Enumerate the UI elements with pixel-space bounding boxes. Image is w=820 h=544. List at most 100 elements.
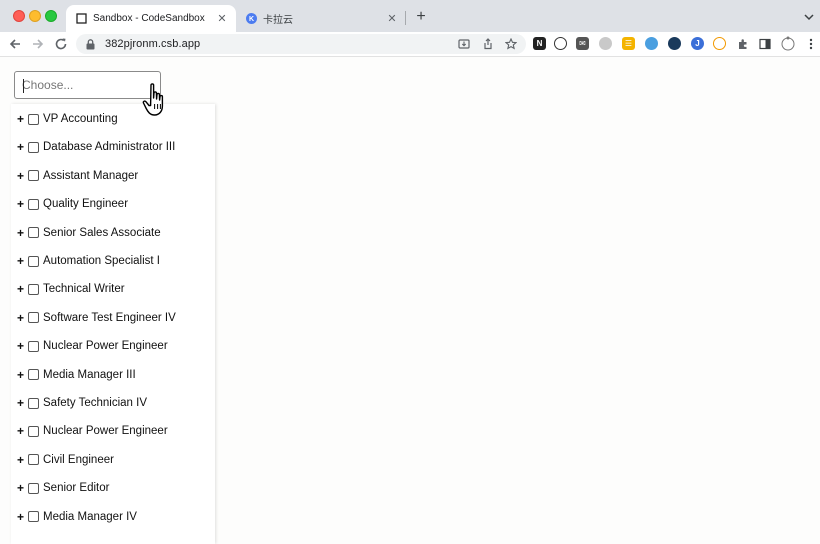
back-arrow-icon[interactable] — [7, 36, 23, 52]
option-checkbox[interactable] — [28, 113, 39, 125]
option-checkbox[interactable] — [28, 482, 39, 494]
tab-kalayun[interactable]: K 卡拉云 ✕ — [238, 5, 406, 32]
option-label: Nuclear Power Engineer — [43, 340, 168, 353]
maximize-window-button[interactable] — [45, 10, 57, 22]
option-label: Senior Editor — [43, 482, 110, 495]
option-row[interactable]: + Software Test Engineer IV — [11, 308, 176, 328]
option-checkbox[interactable] — [28, 312, 39, 324]
option-checkbox[interactable] — [28, 511, 39, 523]
option-row[interactable]: + Senior Editor — [11, 478, 110, 498]
option-checkbox[interactable] — [28, 425, 39, 437]
mail-icon[interactable]: ✉ — [576, 37, 589, 50]
expand-plus-icon[interactable]: + — [16, 170, 25, 182]
lock-icon — [86, 38, 96, 50]
option-row[interactable]: + Technical Writer — [11, 279, 125, 299]
option-checkbox[interactable] — [28, 283, 39, 295]
option-row[interactable]: + Media Manager III — [11, 365, 136, 385]
tab-strip: Sandbox - CodeSandbox ✕ K 卡拉云 ✕ + — [0, 0, 820, 32]
options-dropdown: + VP Accounting + Database Administrator II… — [11, 104, 215, 544]
option-checkbox[interactable] — [28, 141, 39, 153]
browser-toolbar: 382pjronm.csb.app N ✉ ☰ J — [0, 32, 820, 57]
option-row[interactable]: + Civil Engineer — [11, 450, 114, 470]
hand-pointer-icon — [142, 83, 164, 116]
expand-plus-icon[interactable]: + — [16, 369, 25, 381]
minimize-window-button[interactable] — [29, 10, 41, 22]
expand-plus-icon[interactable]: + — [16, 340, 25, 352]
option-row[interactable]: + Database Administrator III — [11, 137, 175, 157]
option-label: Civil Engineer — [43, 453, 114, 466]
choose-input[interactable] — [15, 72, 160, 98]
puzzle-extensions-icon[interactable] — [736, 37, 749, 50]
option-checkbox[interactable] — [28, 369, 39, 381]
extension-blue-icon[interactable] — [645, 37, 658, 50]
reload-icon[interactable] — [53, 36, 69, 52]
option-checkbox[interactable] — [28, 170, 39, 182]
option-row[interactable]: + Nuclear Power Engineer — [11, 421, 168, 441]
option-row[interactable]: + Nuclear Power Engineer — [11, 336, 168, 356]
side-panel-icon[interactable] — [758, 37, 771, 50]
option-row[interactable]: + Quality Engineer — [11, 194, 128, 214]
option-checkbox[interactable] — [28, 454, 39, 466]
expand-plus-icon[interactable]: + — [16, 312, 25, 324]
profile-avatar-icon[interactable] — [780, 35, 796, 51]
option-label: Automation Specialist I — [43, 255, 160, 267]
option-row[interactable]: + Safety Technician IV — [11, 393, 147, 413]
option-row[interactable]: + Automation Specialist I — [11, 251, 160, 271]
share-icon[interactable] — [481, 37, 495, 51]
expand-plus-icon[interactable]: + — [16, 397, 25, 409]
option-checkbox[interactable] — [28, 198, 39, 210]
option-label: VP Accounting — [43, 113, 118, 125]
option-row[interactable]: + Media Manager IV — [11, 507, 137, 527]
option-checkbox[interactable] — [28, 227, 39, 239]
install-app-icon[interactable] — [457, 37, 471, 51]
option-label: Media Manager III — [43, 368, 136, 381]
tab-codesandbox[interactable]: Sandbox - CodeSandbox ✕ — [66, 5, 236, 32]
option-checkbox[interactable] — [28, 397, 39, 409]
option-label: Nuclear Power Engineer — [43, 425, 168, 438]
tab-close-icon[interactable]: ✕ — [214, 12, 230, 25]
option-checkbox[interactable] — [28, 340, 39, 352]
option-checkbox[interactable] — [28, 255, 39, 267]
extension-check-icon[interactable] — [713, 37, 726, 50]
expand-plus-icon[interactable]: + — [16, 482, 25, 494]
choose-select[interactable] — [14, 71, 161, 99]
option-row[interactable]: + Senior Sales Associate — [11, 223, 161, 243]
expand-plus-icon[interactable]: + — [16, 425, 25, 437]
kalayun-icon: K — [246, 13, 257, 24]
expand-plus-icon[interactable]: + — [16, 255, 25, 267]
tab-title: Sandbox - CodeSandbox — [93, 13, 205, 24]
option-label: Media Manager IV — [43, 510, 137, 523]
expand-plus-icon[interactable]: + — [16, 141, 25, 153]
codesandbox-icon — [76, 13, 87, 24]
expand-plus-icon[interactable]: + — [16, 454, 25, 466]
option-row[interactable]: + VP Accounting — [11, 109, 118, 129]
extension-dark-icon[interactable] — [668, 37, 681, 50]
option-label: Technical Writer — [43, 283, 125, 296]
extension-grey-icon[interactable] — [599, 37, 612, 50]
extension-j-icon[interactable]: J — [691, 37, 704, 50]
option-label: Database Administrator III — [43, 141, 176, 154]
expand-plus-icon[interactable]: + — [16, 227, 25, 239]
option-label: Safety Technician IV — [43, 397, 147, 409]
tab-close-icon[interactable]: ✕ — [384, 12, 400, 25]
notion-icon[interactable]: N — [533, 37, 546, 50]
star-bookmark-icon[interactable] — [504, 37, 518, 51]
extension-c-icon[interactable] — [554, 37, 567, 50]
tab-divider — [405, 11, 406, 25]
expand-plus-icon[interactable]: + — [16, 511, 25, 523]
expand-plus-icon[interactable]: + — [16, 113, 25, 125]
chevron-down-icon[interactable] — [803, 11, 815, 23]
option-row[interactable]: + Assistant Manager — [11, 166, 138, 186]
expand-plus-icon[interactable]: + — [16, 198, 25, 210]
new-tab-icon[interactable]: + — [413, 9, 429, 25]
more-menu-icon[interactable] — [804, 37, 817, 50]
address-bar[interactable]: 382pjronm.csb.app — [76, 34, 526, 54]
extension-yellow-icon[interactable]: ☰ — [622, 37, 635, 50]
expand-plus-icon[interactable]: + — [16, 283, 25, 295]
text-caret — [23, 79, 24, 93]
forward-arrow-icon[interactable] — [30, 36, 46, 52]
close-window-button[interactable] — [13, 10, 25, 22]
option-label: Software Test Engineer IV — [43, 311, 176, 324]
tab-title: 卡拉云 — [263, 15, 293, 26]
svg-text:K: K — [249, 16, 254, 23]
